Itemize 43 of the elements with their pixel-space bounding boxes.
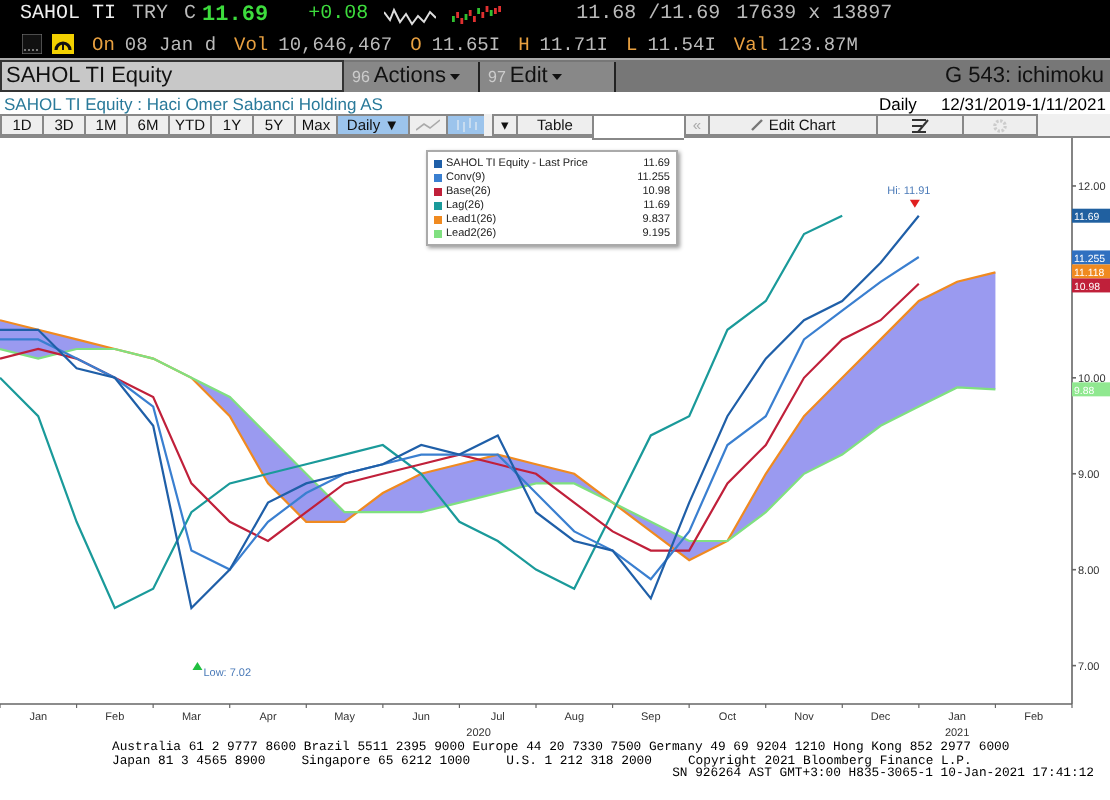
extreme-marker <box>192 662 203 671</box>
terminal-icon <box>22 34 42 54</box>
bid-ask: 11.68 /11.69 <box>576 4 721 26</box>
stat-value: 123.87M <box>778 33 858 55</box>
menu-button[interactable]: 96 Actions <box>344 61 480 91</box>
line-chart-icon <box>416 118 440 132</box>
bid-ask-size: 17639 x 13897 <box>736 4 893 26</box>
last-price: 11.69 <box>202 3 269 27</box>
bar-chart-icon <box>454 118 478 132</box>
security-field[interactable]: SAHOL TI Equity <box>0 60 344 92</box>
periodicity-label: Daily <box>879 93 917 113</box>
stat-value: 10,646,467 <box>278 33 393 55</box>
function-code: G 543: ichimoku <box>945 64 1106 88</box>
menu-button[interactable]: 97 Edit <box>480 61 616 91</box>
pencil-icon <box>750 118 765 132</box>
chart-title: SAHOL TI Equity : Haci Omer Sabanci Holding AS <box>4 93 383 113</box>
stat-label: On <box>92 33 115 55</box>
bar-chart-button[interactable] <box>446 114 484 136</box>
gauge-icon <box>52 34 74 54</box>
line-chart-button[interactable] <box>408 114 446 136</box>
currency: TRY <box>132 4 169 26</box>
stat-label: L <box>625 33 638 55</box>
stat-label: O <box>410 33 422 55</box>
stat-value: 11.71I <box>539 33 608 55</box>
sparkline <box>452 3 505 27</box>
price-source-label: C <box>184 4 197 26</box>
stat-value: 11.54I <box>647 33 716 55</box>
stat-value: 11.65I <box>431 33 501 55</box>
caret-icon <box>551 73 562 79</box>
stat-value: 08 Jan d <box>124 33 217 55</box>
ticker: SAHOL TI <box>20 4 117 26</box>
stat-label: H <box>518 33 530 55</box>
annotate-icon <box>911 117 929 133</box>
date-range: 12/31/2019-1/11/2021 <box>940 93 1106 113</box>
caret-icon <box>449 73 460 79</box>
stat-label: Vol <box>234 33 269 55</box>
sparkline <box>384 3 437 27</box>
price-change: +0.08 <box>308 4 369 26</box>
stat-label: Val <box>733 33 769 55</box>
line-series <box>0 347 997 543</box>
annotate-button[interactable] <box>876 114 962 136</box>
extreme-marker <box>909 199 920 208</box>
settings-icon <box>992 117 1008 133</box>
